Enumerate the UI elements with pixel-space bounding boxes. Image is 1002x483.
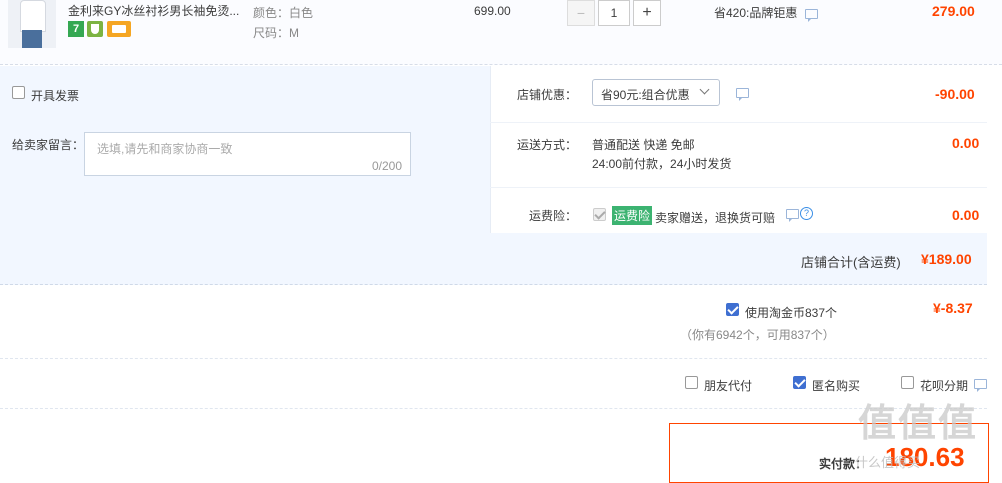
unit-price: 699.00 (474, 4, 511, 18)
watermark-logo: 值值值 (858, 403, 979, 445)
coins-note: （你有6942个，可用837个） (680, 328, 835, 342)
coins-amount: ¥-8.37 (933, 300, 973, 316)
service-badge-seven: 7 (68, 21, 84, 37)
shipping-note: 24:00前付款，24小时发货 (592, 157, 732, 171)
quantity-minus-button[interactable]: − (567, 0, 595, 26)
card-icon (112, 25, 126, 33)
shipping-label: 运送方式： (517, 138, 578, 152)
speech-bubble-icon[interactable] (805, 9, 818, 22)
shop-section: 开具发票 给卖家留言： 选填,请先和商家协商一致 0/200 店铺优惠： 省90… (0, 66, 988, 285)
divider-1 (490, 122, 987, 123)
insurance-badge: 运费险 (612, 206, 653, 225)
jeans-figure (22, 30, 42, 48)
invoice-checkbox[interactable] (12, 86, 25, 99)
shop-discount-value: 省90元:组合优惠 (601, 88, 690, 102)
coins-checkbox[interactable] (726, 303, 739, 316)
sku-size: 尺码：M (253, 26, 299, 40)
coins-row: 使用淘金币837个 （你有6942个，可用837个） ¥-8.37 (0, 286, 987, 359)
quantity-plus-button[interactable]: + (633, 0, 661, 26)
shop-discount-amount: -90.00 (935, 86, 975, 102)
shirt-figure (20, 0, 46, 32)
message-counter: 0/200 (371, 159, 402, 173)
shop-discount-label: 店铺优惠： (517, 88, 578, 102)
service-badge-guarantee (87, 21, 103, 37)
insurance-label: 运费险： (529, 209, 578, 223)
message-placeholder: 选填,请先和商家协商一致 (97, 142, 233, 156)
anonymous-label[interactable]: 匿名购买 (812, 377, 860, 394)
coins-label[interactable]: 使用淘金币837个 (745, 304, 837, 321)
shop-total-amount: ¥189.00 (921, 251, 972, 267)
shipping-method: 普通配送 快递 免邮 (592, 138, 695, 152)
message-textarea[interactable]: 选填,请先和商家协商一致 0/200 (84, 132, 411, 176)
shop-discount-select[interactable]: 省90元:组合优惠 (592, 79, 720, 106)
invoice-label[interactable]: 开具发票 (31, 87, 79, 104)
quantity-input[interactable]: 1 (598, 0, 630, 26)
promo-label: 省420:品牌钜惠 (714, 6, 798, 20)
quantity-stepper: − 1 + (567, 0, 663, 26)
options-row: 朋友代付 匿名购买 花呗分期 (0, 360, 987, 409)
speech-bubble-icon[interactable] (736, 88, 749, 101)
divider-2 (490, 187, 987, 188)
anonymous-checkbox[interactable] (793, 376, 806, 389)
watermark-sub: 什么值得买 (855, 455, 921, 470)
shop-total-label: 店铺合计(含运费) (801, 255, 901, 270)
item-subtotal: 279.00 (932, 3, 975, 19)
friend-pay-checkbox[interactable] (685, 376, 698, 389)
speech-bubble-icon[interactable] (974, 379, 987, 392)
shipping-amount: 0.00 (952, 135, 980, 151)
product-title[interactable]: 金利来GY冰丝衬衫男长袖免烫... (68, 2, 239, 19)
insurance-amount: 0.00 (952, 207, 980, 223)
shield-icon (91, 24, 99, 34)
speech-bubble-icon[interactable] (786, 209, 799, 222)
product-thumbnail[interactable] (8, 0, 56, 48)
sku-color: 颜色：白色 (253, 6, 314, 20)
friend-pay-label[interactable]: 朋友代付 (704, 377, 752, 394)
huabei-checkbox[interactable] (901, 376, 914, 389)
help-icon[interactable]: ? (800, 207, 813, 220)
insurance-checkbox (593, 208, 606, 221)
message-label: 给卖家留言： (12, 138, 85, 152)
insurance-text: 卖家赠送，退换货可赔 (655, 211, 776, 225)
chevron-down-icon (699, 84, 710, 95)
product-row: 金利来GY冰丝衬衫男长袖免烫... 7 颜色：白色 尺码：M 699.00 − … (0, 0, 1002, 65)
service-badge-card (107, 21, 131, 37)
